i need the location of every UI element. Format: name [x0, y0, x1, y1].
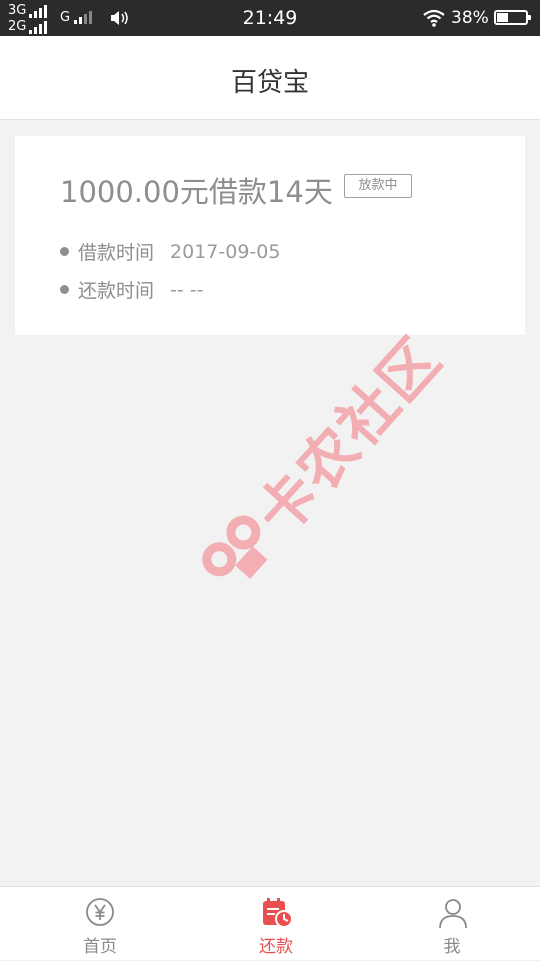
- bullet-dot-icon: [60, 247, 69, 256]
- battery-percent: 38%: [451, 8, 489, 28]
- borrow-time-row: 借款时间 2017-09-05: [60, 238, 280, 265]
- bullet-dot-icon: [60, 285, 69, 294]
- watermark: 卡农社区: [181, 316, 456, 609]
- borrow-time-value: 2017-09-05: [170, 240, 281, 263]
- tab-repay-label: 还款: [259, 937, 293, 957]
- battery-level-fill: [497, 13, 508, 22]
- repay-time-label: 还款时间: [78, 280, 155, 302]
- borrow-time-label: 借款时间: [78, 242, 155, 264]
- user-icon: [437, 897, 469, 933]
- loan-title: 1000.00元借款14天: [60, 175, 333, 209]
- tab-home[interactable]: 首页: [40, 887, 160, 961]
- battery-icon: [494, 10, 531, 25]
- wifi-icon: [422, 9, 446, 31]
- status-badge: 放款中: [344, 174, 412, 198]
- status-bar: 3G 2G G 21:49 38%: [0, 0, 540, 36]
- page-title: 百贷宝: [230, 68, 309, 98]
- watermark-text: 卡农社区: [243, 324, 455, 549]
- yen-circle-icon: [85, 897, 115, 931]
- tab-home-label: 首页: [83, 937, 117, 957]
- tab-repay[interactable]: 还款: [216, 887, 336, 961]
- repay-time-row: 还款时间 -- --: [60, 276, 203, 303]
- loan-card[interactable]: 1000.00元借款14天 放款中 借款时间 2017-09-05 还款时间 -…: [15, 136, 525, 335]
- tab-bar: 首页 还款 我: [0, 886, 540, 960]
- repay-time-value: -- --: [170, 278, 204, 301]
- calendar-clock-icon: [261, 897, 293, 933]
- app-header: 百贷宝: [0, 36, 540, 120]
- tab-me-label: 我: [443, 937, 461, 957]
- tab-me[interactable]: 我: [392, 887, 512, 961]
